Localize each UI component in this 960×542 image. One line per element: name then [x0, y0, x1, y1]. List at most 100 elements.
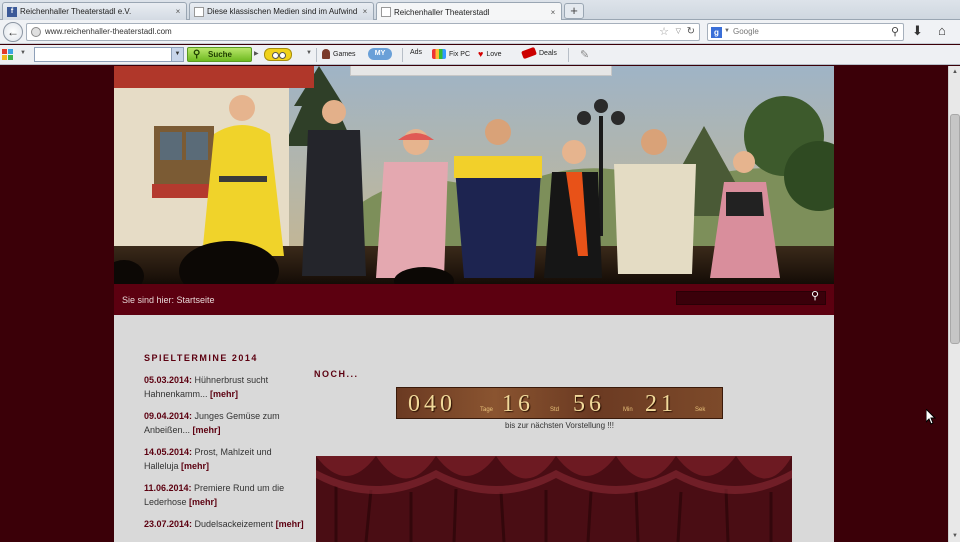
content-area: SPIELTERMINE 2014 05.03.2014: Hühnerbrus… [114, 315, 834, 542]
fixpc-button[interactable]: Fix PC [432, 49, 470, 59]
page-viewport: Sie sind hier: Startseite ⚲ SPIELTERMINE… [0, 66, 948, 542]
tab-theaterstadl-active[interactable]: Reichenhaller Theaterstadl × [376, 2, 562, 21]
bookmark-star-icon[interactable]: ☆ [659, 25, 669, 38]
countdown-seconds: 21 [645, 391, 677, 417]
back-button[interactable]: ← [3, 22, 23, 42]
more-link[interactable]: [mehr] [210, 389, 238, 399]
more-link[interactable]: [mehr] [181, 461, 209, 471]
back-arrow-icon: ← [7, 25, 19, 39]
love-label: Love [486, 50, 502, 58]
event-date: 14.05.2014: [144, 447, 193, 457]
close-icon[interactable]: × [174, 7, 182, 16]
tab-medien-article[interactable]: Diese klassischen Medien sind im Aufwind… [189, 2, 374, 20]
list-item: 23.07.2014: Dudelsackeizement [mehr] [144, 517, 304, 531]
overlay-panel [350, 66, 612, 76]
tab-bar: f Reichenhaller Theaterstadl e.V. × Dies… [0, 0, 960, 21]
more-link[interactable]: [mehr] [189, 497, 217, 507]
games-label: Games [333, 50, 356, 58]
suche-button[interactable]: ⚲ Suche [187, 47, 252, 62]
toolbar-divider [568, 48, 569, 62]
arrow-right-icon[interactable]: ▶ [254, 50, 259, 57]
scrollbar-thumb[interactable] [950, 114, 960, 344]
navigation-bar: ← www.reichenhaller-theaterstadl.com ☆ ▽… [0, 20, 960, 44]
countdown-days-unit: Tage [480, 407, 494, 413]
pen-icon[interactable]: ✎ [580, 48, 589, 61]
event-date: 09.04.2014: [144, 411, 193, 421]
vertical-scrollbar[interactable]: ▲ ▼ [948, 66, 960, 542]
reload-icon[interactable]: ↻ [687, 26, 695, 37]
search-bar[interactable]: g ▼ Google ⚲ [707, 23, 904, 41]
my-button[interactable]: MY [368, 48, 395, 60]
download-icon[interactable]: ⬇ [912, 23, 923, 39]
tab-title: Reichenhaller Theaterstadl [394, 7, 490, 17]
love-button[interactable]: ♥ Love [478, 49, 502, 59]
countdown-seconds-unit: Sek [695, 407, 706, 413]
apps-grid-icon[interactable] [2, 49, 14, 61]
event-date: 11.06.2014: [144, 483, 192, 493]
facebook-icon: f [7, 6, 17, 17]
close-icon[interactable]: × [549, 8, 557, 17]
minion-icon[interactable] [264, 48, 292, 61]
main-column: NOCH... [314, 369, 814, 379]
home-icon[interactable]: ⌂ [938, 23, 946, 38]
page-icon [381, 7, 391, 17]
toolbar-search-input[interactable]: ▼ [34, 47, 184, 62]
tab-theaterstadl-facebook[interactable]: f Reichenhaller Theaterstadl e.V. × [2, 2, 187, 20]
chevron-down-icon[interactable]: ▼ [306, 50, 312, 56]
page-icon [194, 6, 204, 17]
joystick-icon [322, 49, 330, 59]
price-tag-icon [521, 46, 537, 60]
sidebar-title: SPIELTERMINE 2014 [144, 353, 258, 363]
curtain-image [316, 456, 792, 542]
games-button[interactable]: Games [322, 49, 356, 59]
chevron-down-icon[interactable]: ▼ [20, 50, 26, 56]
search-placeholder: Google [733, 27, 759, 36]
hero-photo [114, 66, 834, 284]
new-tab-button[interactable]: + [564, 3, 584, 19]
google-icon[interactable]: g [711, 27, 722, 38]
heart-icon: ♥ [478, 49, 484, 59]
countdown-minutes-unit: Min [623, 407, 633, 413]
countdown-minutes: 56 [573, 391, 605, 417]
list-item: 05.03.2014: Hühnerbrust sucht Hahnenkamm… [144, 373, 304, 401]
search-icon[interactable]: ⚲ [891, 25, 899, 38]
toolbar-divider [316, 48, 317, 62]
globe-icon [31, 27, 41, 37]
site-search-input[interactable] [676, 291, 826, 305]
suche-label: Suche [208, 50, 233, 59]
more-link[interactable]: [mehr] [276, 519, 304, 529]
deals-label: Deals [539, 49, 557, 57]
scroll-down-icon[interactable]: ▼ [950, 531, 960, 541]
sidebar: SPIELTERMINE 2014 05.03.2014: Hühnerbrus… [144, 353, 304, 539]
fixpc-icon [432, 49, 446, 59]
tab-title: Diese klassischen Medien sind im Aufwind… [207, 7, 358, 16]
breadcrumb: Sie sind hier: Startseite [122, 295, 215, 305]
list-item: 09.04.2014: Junges Gemüse zum Anbeißen..… [144, 409, 304, 437]
search-icon: ⚲ [193, 49, 201, 60]
my-logo-icon: MY [368, 48, 392, 60]
addon-toolbar: ▼ ▼ ⚲ Suche ▶ ▼ Games MY Ads Fix PC ♥ Lo… [0, 45, 960, 65]
countdown-hours-unit: Std [550, 407, 560, 413]
ads-button[interactable]: Ads [410, 49, 422, 56]
countdown-heading: NOCH... [314, 369, 359, 379]
fixpc-label: Fix PC [449, 50, 470, 58]
countdown-hours: 16 [502, 391, 534, 417]
chevron-down-icon[interactable]: ▼ [171, 48, 183, 61]
countdown-caption: bis zur nächsten Vorstellung !!! [505, 421, 614, 430]
url-text: www.reichenhaller-theaterstadl.com [45, 27, 172, 36]
countdown-days: 040 [408, 391, 456, 417]
deals-button[interactable]: Deals [521, 46, 557, 60]
countdown-timer: 040 Tage 16 Std 56 Min 21 Sek [396, 387, 723, 419]
close-icon[interactable]: × [361, 7, 369, 16]
more-link[interactable]: [mehr] [193, 425, 221, 435]
address-bar[interactable]: www.reichenhaller-theaterstadl.com ☆ ▽ ↻ [26, 23, 700, 41]
event-date: 05.03.2014: [144, 375, 193, 385]
toolbar-divider [402, 48, 403, 62]
history-dropdown-icon[interactable]: ▽ [676, 27, 681, 35]
list-item: 14.05.2014: Prost, Mahlzeit und Halleluj… [144, 445, 304, 473]
event-date: 23.07.2014: [144, 519, 193, 529]
chevron-down-icon[interactable]: ▼ [724, 28, 730, 34]
search-icon[interactable]: ⚲ [811, 289, 819, 302]
scroll-up-icon[interactable]: ▲ [950, 67, 960, 77]
tab-title: Reichenhaller Theaterstadl e.V. [20, 7, 132, 16]
